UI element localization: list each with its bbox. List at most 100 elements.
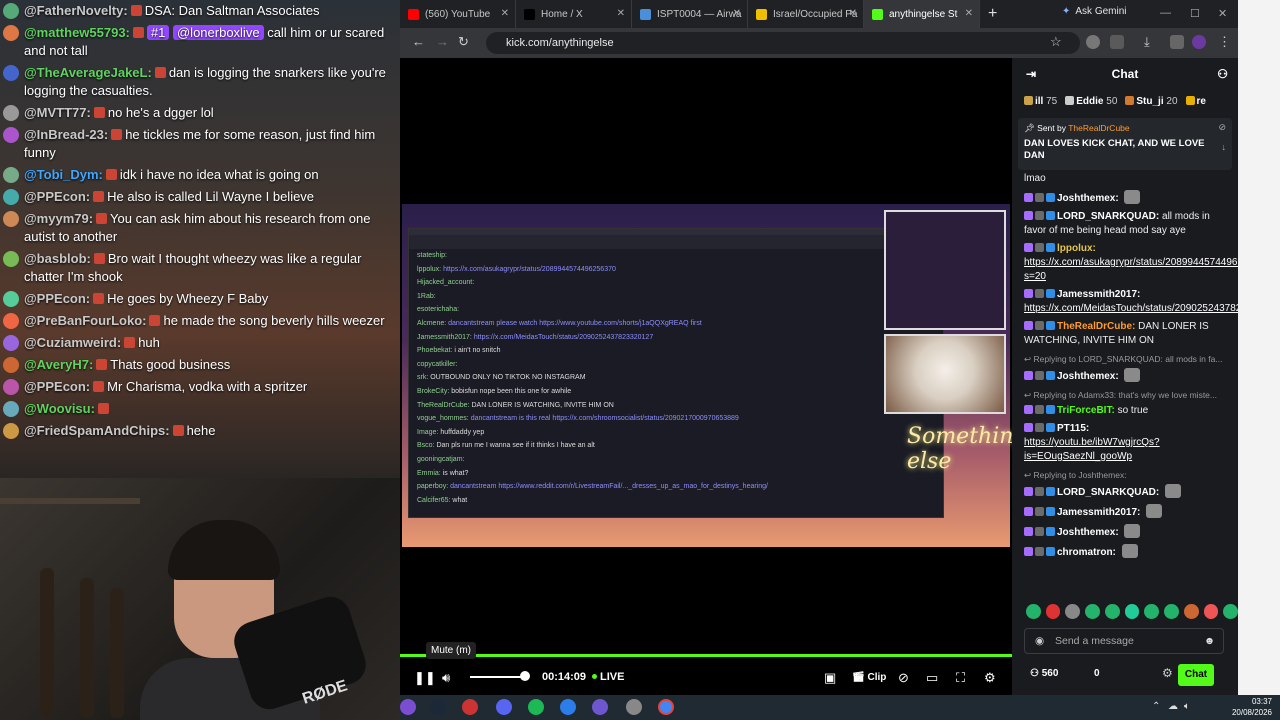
- emoji-icon[interactable]: ☻: [1204, 629, 1215, 653]
- emote-icon[interactable]: [1085, 604, 1100, 619]
- spotify-icon[interactable]: [528, 699, 544, 715]
- profile-avatar[interactable]: [1192, 35, 1206, 49]
- tab-1[interactable]: Home / X ✕: [516, 0, 632, 28]
- app-icon[interactable]: [592, 699, 608, 715]
- chat-input[interactable]: ◉ Send a message ☻: [1024, 628, 1224, 654]
- inner-chat-row: paperboy: dancantstream https://www.redd…: [409, 480, 943, 494]
- leader-badge-icon: [1024, 95, 1033, 105]
- chat-username[interactable]: LORD_SNARKQUAD:: [1057, 487, 1159, 498]
- tab-close-icon[interactable]: ✕: [617, 8, 625, 19]
- obs-icon[interactable]: [462, 699, 478, 715]
- volume-icon[interactable]: 🔊︎: [442, 670, 450, 686]
- miniplayer-icon[interactable]: ▭: [926, 670, 938, 686]
- emote-icon[interactable]: [1026, 604, 1041, 619]
- tab-close-icon[interactable]: ✕: [965, 8, 973, 19]
- chat-settings-icon[interactable]: ⚙: [1162, 666, 1173, 680]
- video-player[interactable]: stateship: lppolux: https://x.com/asukag…: [400, 58, 1028, 695]
- tray-chevron-icon[interactable]: ⌃: [1152, 701, 1160, 712]
- tab-4[interactable]: anythingelse St ✕: [864, 0, 980, 28]
- unpin-icon[interactable]: ⊘: [1218, 122, 1226, 133]
- new-tab-button[interactable]: +: [988, 5, 997, 23]
- tab-0[interactable]: (560) YouTube ✕: [400, 0, 516, 28]
- chat-username[interactable]: lppolux:: [1057, 243, 1096, 254]
- inner-chat-text: DAN LONER IS WATCHING, INVITE HIM ON: [471, 401, 614, 409]
- leader-name: Eddie: [1076, 95, 1104, 107]
- download-icon[interactable]: ⤓: [1144, 34, 1150, 50]
- volume-knob[interactable]: [520, 671, 530, 681]
- chat-username[interactable]: Joshthemex:: [1057, 193, 1119, 204]
- emote-icon[interactable]: [1124, 604, 1140, 619]
- chat-username[interactable]: TriForceBIT:: [1057, 405, 1115, 416]
- expand-pinned-icon[interactable]: ↓: [1222, 142, 1227, 152]
- tab-close-icon[interactable]: ✕: [849, 8, 857, 19]
- badge-icon: [1035, 193, 1044, 202]
- chat-text[interactable]: https://x.com/asukagrypr/status/20899445…: [1024, 257, 1238, 282]
- chat-username[interactable]: TheRealDrCube:: [1057, 321, 1135, 332]
- tab-close-icon[interactable]: ✕: [733, 8, 741, 19]
- tab-search-icon[interactable]: [1170, 35, 1184, 49]
- chat-username[interactable]: chromatron:: [1057, 547, 1116, 558]
- app-icon[interactable]: [560, 699, 576, 715]
- tab-label: (560) YouTube: [425, 8, 491, 20]
- bookmark-star-icon[interactable]: ☆: [1050, 34, 1062, 50]
- forward-icon[interactable]: →: [436, 34, 449, 49]
- puzzle-icon[interactable]: [1110, 35, 1124, 49]
- leader-badge-icon: [1125, 95, 1135, 105]
- close-window-icon[interactable]: ✕: [1218, 7, 1227, 20]
- inner-chat-text: what: [452, 496, 468, 504]
- fullscreen-icon[interactable]: ⛶: [956, 670, 965, 686]
- reload-icon[interactable]: ↻: [458, 34, 469, 50]
- emote-icon[interactable]: [1203, 604, 1219, 619]
- chat-send-button[interactable]: Chat: [1178, 664, 1214, 686]
- volume-slider[interactable]: [470, 676, 526, 678]
- network-icon[interactable]: ☁: [1168, 701, 1178, 712]
- chat-text[interactable]: https://x.com/MeidasTouch/status/2090252…: [1024, 303, 1238, 314]
- app-icon[interactable]: [626, 699, 642, 715]
- chat-username[interactable]: Jamessmith2017:: [1057, 507, 1140, 518]
- chat-users-icon[interactable]: ⚇: [1217, 58, 1228, 90]
- menu-icon[interactable]: ⋮: [1218, 34, 1231, 50]
- leader-entry: re: [1185, 95, 1206, 107]
- back-icon[interactable]: ←: [412, 34, 425, 49]
- chat-username[interactable]: Jamessmith2017:: [1057, 289, 1140, 300]
- theater-icon[interactable]: ▣: [824, 670, 836, 686]
- chat-username[interactable]: LORD_SNARKQUAD:: [1057, 211, 1159, 222]
- leader-count: 75: [1046, 95, 1058, 107]
- emote-icon[interactable]: [1183, 604, 1199, 619]
- emote-icon[interactable]: [1144, 604, 1160, 619]
- tab-close-icon[interactable]: ✕: [501, 8, 509, 19]
- settings-gear-icon[interactable]: ⚙: [984, 670, 996, 686]
- emote-icon[interactable]: [1065, 604, 1081, 619]
- emote-icon[interactable]: [1164, 604, 1179, 619]
- url-input[interactable]: kick.com/anythingelse: [486, 32, 1080, 54]
- steam-icon[interactable]: [430, 699, 446, 715]
- tab-3[interactable]: Israel/Occupied Pa ✕: [748, 0, 864, 28]
- tab-2[interactable]: ISPT0004 — Airwa ✕: [632, 0, 748, 28]
- captions-off-icon[interactable]: ⊘: [898, 670, 909, 686]
- app-icon[interactable]: [400, 699, 416, 715]
- ask-gemini-button[interactable]: ✦ Ask Gemini: [1062, 6, 1127, 17]
- chat-text[interactable]: https://youtu.be/ibW7wgjrcQs?is=EOugSaez…: [1024, 437, 1160, 462]
- pause-icon[interactable]: ❚❚: [414, 670, 436, 686]
- extension-icon[interactable]: [1086, 35, 1100, 49]
- video-frame: stateship: lppolux: https://x.com/asukag…: [402, 204, 1028, 547]
- chat-username: @FriedSpamAndChips:: [24, 423, 170, 438]
- chat-username[interactable]: Joshthemex:: [1057, 527, 1119, 538]
- speaker-icon[interactable]: 🔈︎: [1184, 701, 1190, 712]
- maximize-icon[interactable]: ☐: [1190, 7, 1200, 20]
- chat-username[interactable]: Joshthemex:: [1057, 371, 1119, 382]
- emote-icon: [1124, 368, 1141, 382]
- avatar: [3, 167, 19, 183]
- emote-icon[interactable]: [1045, 604, 1061, 619]
- kick-chat-panel: ⇥ Chat ⚇ ill 75 Eddie 50 Stu_ji 20 re 📌︎ Se…: [1012, 58, 1239, 695]
- chrome-icon[interactable]: [658, 699, 674, 715]
- clip-button[interactable]: 🎬︎ Clip: [852, 672, 886, 683]
- chat-username[interactable]: PT115:: [1057, 423, 1089, 434]
- progress-bar[interactable]: [400, 654, 1012, 657]
- discord-icon[interactable]: [496, 699, 512, 715]
- minimize-icon[interactable]: —: [1160, 7, 1171, 19]
- emote-icon[interactable]: [1223, 604, 1239, 619]
- chat-messages: lmao Joshthemex: LORD_SNARKQUAD: all mods…: [1012, 170, 1238, 610]
- emote-icon[interactable]: [1104, 604, 1120, 619]
- collapse-chat-icon[interactable]: ⇥: [1026, 58, 1036, 90]
